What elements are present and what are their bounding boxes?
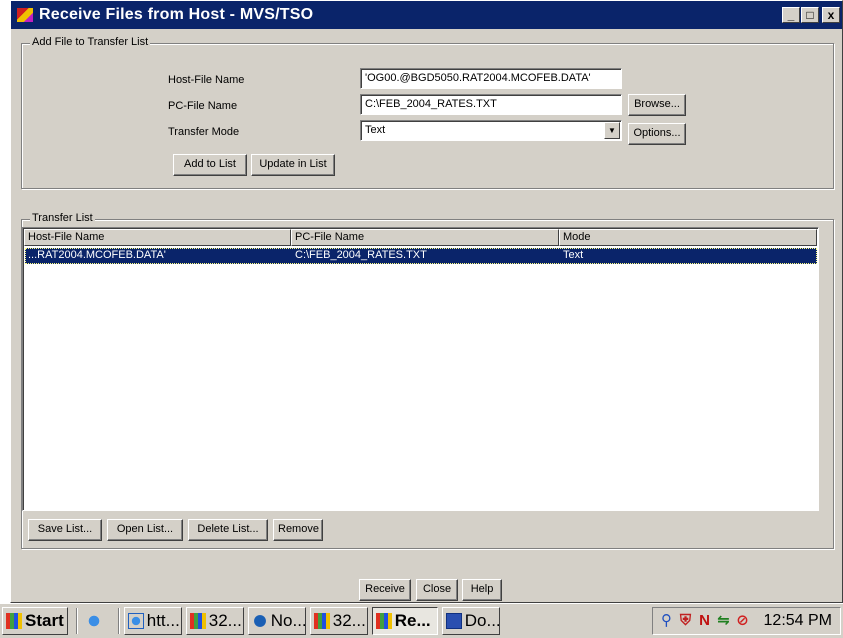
transfer-list-view[interactable]: Host-File Name PC-File Name Mode ...RAT2… — [22, 227, 819, 511]
task-label: Re... — [394, 611, 431, 630]
transfer-mode-value: Text — [365, 124, 386, 136]
task-button[interactable]: htt... — [123, 607, 182, 635]
add-file-group: Add File to Transfer List — [21, 36, 834, 189]
system-tray: ⚲ ⛨ N ⇋ ⊘ 12:54 PM — [651, 607, 841, 635]
column-pc-file[interactable]: PC-File Name — [291, 229, 559, 246]
task-label: No... — [270, 611, 306, 630]
transfer-list-legend: Transfer List — [30, 212, 95, 224]
word-icon — [445, 613, 462, 629]
task-label: 32... — [208, 611, 242, 630]
ie-quicklaunch-icon[interactable] — [85, 613, 102, 629]
transfer-mode-select[interactable]: Text ▼ — [360, 120, 622, 141]
app-icon — [17, 8, 33, 22]
receive-files-window: Receive Files from Host - MVS/TSO _ □ x … — [10, 0, 843, 603]
close-button[interactable]: Close — [416, 579, 458, 601]
task-button[interactable]: 32... — [309, 607, 368, 635]
task-label: 32... — [332, 611, 366, 630]
options-button[interactable]: Options... — [628, 123, 686, 145]
update-in-list-button[interactable]: Update in List — [251, 154, 335, 176]
no-entry-icon[interactable]: ⊘ — [735, 613, 751, 629]
windows-logo-icon — [6, 613, 22, 629]
shield-icon[interactable]: ⛨ — [678, 613, 694, 629]
help-button[interactable]: Help — [462, 579, 502, 601]
task-button-active[interactable]: Re... — [371, 607, 438, 635]
chevron-down-icon[interactable]: ▼ — [604, 122, 620, 139]
pc-file-label: PC-File Name — [168, 100, 238, 112]
start-button[interactable]: Start — [2, 607, 68, 635]
add-file-group-legend: Add File to Transfer List — [30, 36, 151, 48]
row-pc-file: C:\FEB_2004_RATES.TXT — [295, 249, 427, 261]
list-header: Host-File Name PC-File Name Mode — [24, 229, 817, 246]
transfer-mode-label: Transfer Mode — [168, 126, 240, 138]
task-label: htt... — [146, 611, 180, 630]
host-file-label: Host-File Name — [168, 74, 245, 86]
add-to-list-button[interactable]: Add to List — [173, 154, 247, 176]
taskbar: Start htt... 32... No... 32... Re... Do.… — [0, 603, 843, 638]
host-icon — [313, 613, 330, 629]
maximize-button[interactable]: □ — [801, 7, 819, 23]
taskbar-separator — [117, 608, 120, 634]
globe-icon — [251, 613, 268, 629]
host-file-input[interactable]: 'OG00.@BGD5050.RAT2004.MCOFEB.DATA' — [360, 68, 622, 89]
title-bar[interactable]: Receive Files from Host - MVS/TSO _ □ x — [11, 1, 842, 29]
row-mode: Text — [563, 249, 584, 261]
task-button[interactable]: Do... — [441, 607, 500, 635]
taskbar-separator — [75, 608, 78, 634]
remove-button[interactable]: Remove — [273, 519, 323, 541]
host-icon — [375, 613, 392, 629]
window-title: Receive Files from Host - MVS/TSO — [39, 6, 314, 23]
task-button[interactable]: 32... — [185, 607, 244, 635]
start-label: Start — [25, 611, 64, 630]
column-host-file[interactable]: Host-File Name — [24, 229, 291, 246]
pc-file-input[interactable]: C:\FEB_2004_RATES.TXT — [360, 94, 622, 115]
task-label: Do... — [464, 611, 500, 630]
column-mode[interactable]: Mode — [559, 229, 817, 246]
row-host-file: ...RAT2004.MCOFEB.DATA' — [28, 249, 166, 261]
network-icon[interactable]: ⇋ — [716, 613, 732, 629]
norton-icon[interactable]: N — [697, 613, 713, 629]
task-button[interactable]: No... — [247, 607, 306, 635]
minimize-button[interactable]: _ — [782, 7, 800, 23]
host-icon — [189, 613, 206, 629]
browse-button[interactable]: Browse... — [628, 94, 686, 116]
magnifier-icon[interactable]: ⚲ — [659, 613, 675, 629]
save-list-button[interactable]: Save List... — [28, 519, 102, 541]
delete-list-button[interactable]: Delete List... — [188, 519, 268, 541]
receive-button[interactable]: Receive — [359, 579, 411, 601]
open-list-button[interactable]: Open List... — [107, 519, 183, 541]
close-window-button[interactable]: x — [822, 7, 840, 23]
ie-icon — [127, 613, 144, 629]
clock[interactable]: 12:54 PM — [764, 612, 832, 630]
list-row[interactable]: ...RAT2004.MCOFEB.DATA' C:\FEB_2004_RATE… — [25, 248, 817, 264]
